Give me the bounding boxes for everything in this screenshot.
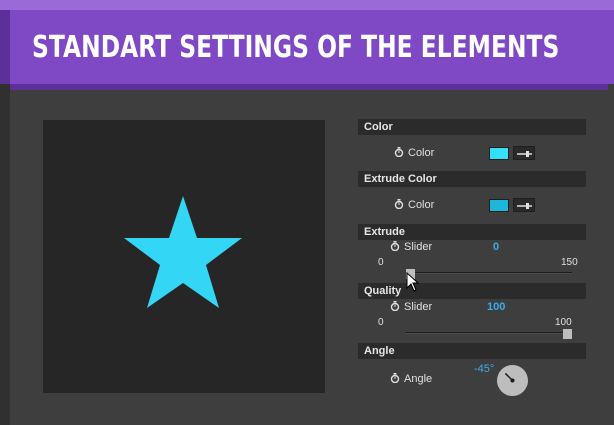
stopwatch-icon[interactable] <box>390 301 400 312</box>
section-header-angle: Angle <box>358 343 586 359</box>
extrude-slider-row: Slider <box>390 241 432 253</box>
extrude-color-row: Color <box>394 199 434 211</box>
stopwatch-icon[interactable] <box>394 199 404 210</box>
stopwatch-icon[interactable] <box>394 147 404 158</box>
quality-max-label: 100 <box>555 317 572 328</box>
quality-slider-thumb[interactable] <box>563 329 572 339</box>
stopwatch-icon[interactable] <box>390 241 400 252</box>
eyedropper-button[interactable] <box>513 198 535 212</box>
color-swatch[interactable] <box>489 147 509 160</box>
extrude-slider-track[interactable] <box>406 272 572 274</box>
preview-viewport[interactable] <box>43 120 325 393</box>
mouse-cursor-icon <box>406 272 420 292</box>
section-header-extrude-color: Extrude Color <box>358 171 586 187</box>
stopwatch-icon[interactable] <box>390 373 400 384</box>
banner-left-edge <box>0 10 10 90</box>
section-header-color: Color <box>358 119 586 135</box>
eyedropper-icon <box>517 151 532 157</box>
banner-top-edge <box>0 0 614 10</box>
star-shape[interactable] <box>124 196 242 308</box>
section-header-quality: Quality <box>358 283 586 299</box>
eyedropper-button[interactable] <box>513 146 535 160</box>
extrude-color-label: Color <box>408 199 435 211</box>
quality-slider-label: Slider <box>404 301 433 313</box>
settings-panel: Color Color Extrude Color Color Extrude … <box>358 119 586 409</box>
quality-value[interactable]: 100 <box>487 301 505 313</box>
angle-row: Angle <box>390 373 432 385</box>
title-banner: Standart settings of the elements <box>0 0 614 90</box>
quality-slider-row: Slider <box>390 301 432 313</box>
angle-dial-indicator <box>504 372 515 383</box>
quality-min-label: 0 <box>378 317 384 328</box>
extrude-color-swatch[interactable] <box>489 199 509 212</box>
section-header-extrude: Extrude <box>358 224 586 240</box>
preview-canvas <box>124 196 242 308</box>
color-label: Color <box>408 147 435 159</box>
eyedropper-icon <box>517 203 532 209</box>
extrude-value[interactable]: 0 <box>493 241 499 253</box>
extrude-max-label: 150 <box>561 257 578 268</box>
angle-dial[interactable] <box>497 365 528 396</box>
side-shade <box>0 84 10 425</box>
angle-label: Angle <box>404 373 433 385</box>
page-title: Standart settings of the elements <box>32 30 560 65</box>
color-row: Color <box>394 147 434 159</box>
quality-slider-track[interactable] <box>406 332 572 334</box>
extrude-slider-label: Slider <box>404 241 433 253</box>
angle-value[interactable]: -45° <box>474 363 494 375</box>
extrude-min-label: 0 <box>378 257 384 268</box>
